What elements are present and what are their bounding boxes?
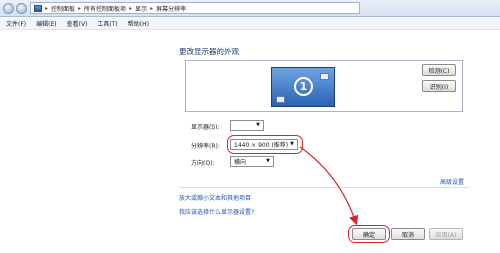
arrow-line <box>299 146 359 226</box>
annotation-arrow <box>299 146 359 226</box>
